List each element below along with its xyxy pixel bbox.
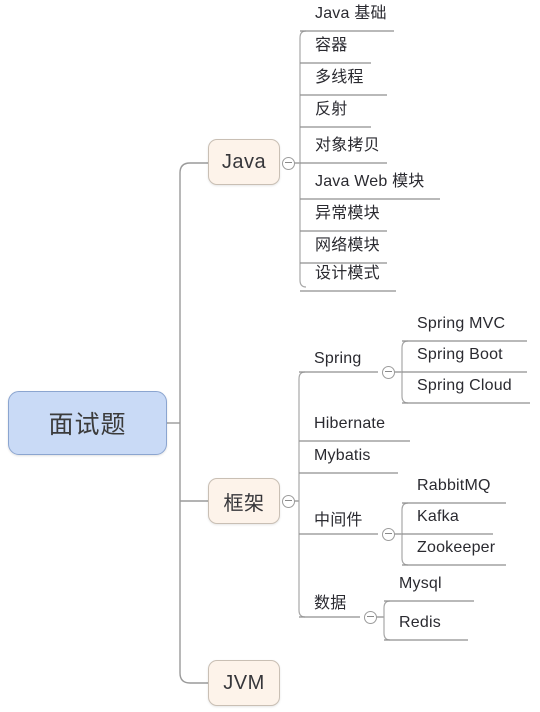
leaf-zhongjianjian[interactable]: 中间件 xyxy=(314,513,363,529)
leaf-java-jichu[interactable]: Java 基础 xyxy=(315,6,387,22)
leaf-zookeeper[interactable]: Zookeeper xyxy=(417,540,495,556)
collapse-minus-icon-java[interactable] xyxy=(282,156,295,170)
branch-node-jvm[interactable]: JVM xyxy=(208,660,280,706)
leaf-java-web-mokuai[interactable]: Java Web 模块 xyxy=(315,174,425,190)
leaf-mybatis[interactable]: Mybatis xyxy=(314,448,371,464)
leaf-kafka[interactable]: Kafka xyxy=(417,509,459,525)
wire-spring-bracket xyxy=(401,340,409,404)
leaf-wangluo-mokuai[interactable]: 网络模块 xyxy=(315,238,380,254)
leaf-spring[interactable]: Spring xyxy=(314,351,361,367)
leaf-spring-boot[interactable]: Spring Boot xyxy=(417,347,503,363)
branch-node-java-label: Java xyxy=(221,150,267,173)
mindmap-canvas: 面试题 Java Java 基础 容器 多线程 反射 对象拷贝 Java Web… xyxy=(0,0,540,712)
collapse-minus-icon-framework[interactable] xyxy=(282,494,295,508)
wire-framework-bracket xyxy=(298,371,306,618)
leaf-mysql[interactable]: Mysql xyxy=(399,576,442,592)
branch-node-framework-label: 框架 xyxy=(223,492,265,515)
leaf-duixiangkaobei[interactable]: 对象拷贝 xyxy=(315,138,380,154)
branch-node-jvm-label: JVM xyxy=(223,671,265,694)
root-node[interactable]: 面试题 xyxy=(8,391,167,455)
leaf-sheji-moshi[interactable]: 设计模式 xyxy=(315,266,380,282)
wire-trunk-java xyxy=(179,162,208,174)
leaf-spring-cloud[interactable]: Spring Cloud xyxy=(417,378,512,394)
leaf-rabbitmq[interactable]: RabbitMQ xyxy=(417,478,491,494)
wire-middleware-bracket xyxy=(401,502,409,566)
leaf-fanshe[interactable]: 反射 xyxy=(315,102,347,118)
collapse-minus-icon-middleware[interactable] xyxy=(382,527,395,541)
leaf-shuju[interactable]: 数据 xyxy=(314,596,346,612)
leaf-rongqi[interactable]: 容器 xyxy=(315,38,347,54)
leaf-hibernate[interactable]: Hibernate xyxy=(314,416,385,432)
collapse-minus-icon-data[interactable] xyxy=(364,610,377,624)
root-node-label: 面试题 xyxy=(48,411,127,439)
branch-node-framework[interactable]: 框架 xyxy=(208,478,280,524)
leaf-spring-mvc[interactable]: Spring MVC xyxy=(417,316,505,332)
leaf-yichang-mokuai[interactable]: 异常模块 xyxy=(315,206,380,222)
leaf-duoxiancheng[interactable]: 多线程 xyxy=(315,70,364,86)
collapse-minus-icon-spring[interactable] xyxy=(382,365,395,379)
wire-trunk-jvm xyxy=(179,672,208,684)
leaf-redis[interactable]: Redis xyxy=(399,615,441,631)
wire-data-bracket xyxy=(383,600,391,641)
wire-java-bracket xyxy=(299,30,307,288)
branch-node-java[interactable]: Java xyxy=(208,139,280,185)
